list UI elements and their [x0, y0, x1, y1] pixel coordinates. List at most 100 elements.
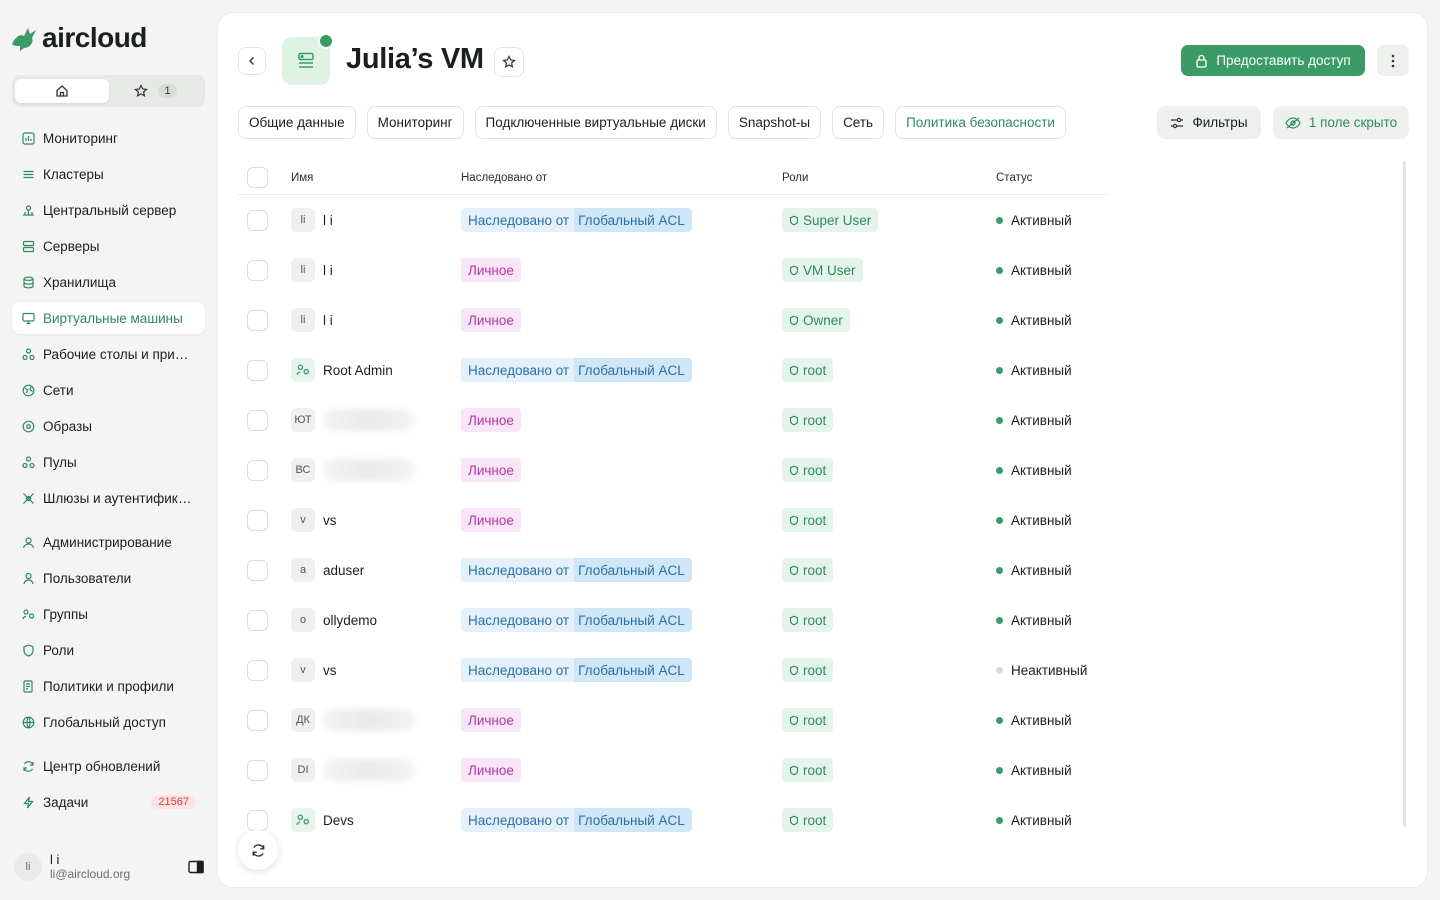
table-row[interactable]: li l i Наследовано от Глобальный ACL Super…: [238, 195, 1110, 245]
table-row[interactable]: DI Личное root Активный: [238, 745, 1110, 795]
role-tag[interactable]: Super User: [782, 208, 879, 232]
more-menu-button[interactable]: [1377, 45, 1409, 76]
column-roles[interactable]: Роли: [782, 172, 996, 184]
role-tag[interactable]: root: [782, 508, 834, 532]
table-row[interactable]: li l i Личное VM User Активный: [238, 245, 1110, 295]
role-tag[interactable]: root: [782, 408, 834, 432]
role-tag[interactable]: root: [782, 458, 834, 482]
global-acl-link[interactable]: Глобальный ACL: [574, 358, 692, 382]
tab-virtual-disks[interactable]: Подключенные виртуальные диски: [474, 106, 717, 139]
table-row[interactable]: li l i Личное Owner Активный: [238, 295, 1110, 345]
bolt-icon: [21, 795, 35, 809]
role-tag[interactable]: root: [782, 608, 834, 632]
row-checkbox[interactable]: [247, 209, 268, 231]
row-checkbox[interactable]: [247, 359, 268, 381]
table-row[interactable]: a aduser Наследовано от Глобальный ACL roo…: [238, 545, 1110, 595]
sidebar-item-pools[interactable]: Пулы: [12, 446, 205, 478]
table-row[interactable]: ВС Личное root Активный: [238, 445, 1110, 495]
chevron-left-icon: [249, 57, 254, 65]
grant-access-button[interactable]: Предоставить доступ: [1181, 45, 1365, 76]
role-tag[interactable]: root: [782, 708, 834, 732]
status-dot: [996, 416, 1003, 424]
table-row[interactable]: Root Admin Наследовано от Глобальный ACL …: [238, 345, 1110, 395]
sidebar-item-networks[interactable]: Сети: [12, 374, 205, 406]
row-checkbox[interactable]: [247, 309, 268, 331]
filters-button[interactable]: Фильтры: [1157, 106, 1261, 139]
row-checkbox[interactable]: [247, 259, 268, 281]
status-dot: [996, 516, 1003, 524]
scrollbar[interactable]: [1403, 161, 1406, 827]
sidebar-item-gateways-auth[interactable]: Шлюзы и аутентификация: [12, 482, 205, 514]
row-checkbox[interactable]: [247, 709, 268, 731]
role-tag[interactable]: root: [782, 758, 834, 782]
tab-general[interactable]: Общие данные: [238, 106, 356, 139]
status-text: Активный: [1011, 412, 1072, 428]
row-checkbox[interactable]: [247, 559, 268, 581]
sidebar-item-users[interactable]: Пользователи: [12, 562, 205, 594]
column-status[interactable]: Статус: [996, 172, 1110, 184]
shield-icon: [789, 715, 799, 725]
favorites-button[interactable]: 1: [109, 84, 202, 98]
sidebar-item-global-access[interactable]: Глобальный доступ: [12, 706, 205, 738]
table-row[interactable]: ДК Личное root Активный: [238, 695, 1110, 745]
favorite-button[interactable]: [494, 47, 524, 77]
global-acl-link[interactable]: Глобальный ACL: [574, 808, 692, 832]
sidebar-item-roles[interactable]: Роли: [12, 634, 205, 666]
table-row[interactable]: v vs Наследовано от Глобальный ACL root Не…: [238, 645, 1110, 695]
row-checkbox[interactable]: [247, 409, 268, 431]
back-button[interactable]: [238, 47, 266, 75]
sidebar-item-desktops-apps[interactable]: Рабочие столы и приложения: [12, 338, 205, 370]
sidebar-item-images[interactable]: Образы: [12, 410, 205, 442]
row-checkbox[interactable]: [247, 459, 268, 481]
sidebar-item-groups[interactable]: Группы: [12, 598, 205, 630]
tab-monitoring[interactable]: Мониторинг: [366, 106, 464, 139]
sidebar-item-virtual-machines[interactable]: Виртуальные машины: [12, 302, 205, 334]
tab-snapshots[interactable]: Snapshot-ы: [727, 106, 822, 139]
user-initials: li: [291, 258, 315, 282]
access-table: Имя Наследовано от Роли Статус li l i Нас…: [238, 161, 1110, 845]
sidebar-toggle-icon[interactable]: [188, 860, 204, 874]
table-row[interactable]: o ollydemo Наследовано от Глобальный ACL r…: [238, 595, 1110, 645]
role-tag[interactable]: Owner: [782, 308, 850, 332]
redacted-name: [323, 709, 415, 731]
sidebar-item-policies[interactable]: Политики и профили: [12, 670, 205, 702]
sidebar-item-servers[interactable]: Серверы: [12, 230, 205, 262]
sidebar-item-central-server[interactable]: Центральный сервер: [12, 194, 205, 226]
row-checkbox[interactable]: [247, 659, 268, 681]
global-acl-link[interactable]: Глобальный ACL: [574, 658, 692, 682]
role-tag[interactable]: root: [782, 558, 834, 582]
role-tag[interactable]: VM User: [782, 258, 863, 282]
column-inherited[interactable]: Наследовано от: [461, 172, 782, 184]
row-checkbox[interactable]: [247, 609, 268, 631]
sidebar-item-monitoring[interactable]: Мониторинг: [12, 122, 205, 154]
inherited-tag: Наследовано от Глобальный ACL: [461, 558, 692, 582]
role-tag[interactable]: root: [782, 658, 834, 682]
role-tag[interactable]: root: [782, 808, 834, 832]
tab-security-policy[interactable]: Политика безопасности: [895, 106, 1066, 139]
refresh-button[interactable]: [238, 830, 278, 870]
status-dot: [996, 316, 1003, 324]
table-row[interactable]: Devs Наследовано от Глобальный ACL root А…: [238, 795, 1110, 845]
global-acl-link[interactable]: Глобальный ACL: [574, 608, 692, 632]
tab-network[interactable]: Сеть: [832, 106, 885, 139]
user-profile[interactable]: li l i li@aircloud.org: [14, 852, 204, 882]
sidebar-item-clusters[interactable]: Кластеры: [12, 158, 205, 190]
row-checkbox[interactable]: [247, 509, 268, 531]
shield-icon: [789, 465, 799, 475]
logo[interactable]: aircloud: [10, 22, 147, 54]
row-checkbox[interactable]: [247, 809, 268, 831]
home-button[interactable]: [15, 79, 109, 103]
sidebar-item-storage[interactable]: Хранилища: [12, 266, 205, 298]
sidebar-item-tasks[interactable]: Задачи 21567: [12, 786, 205, 818]
hidden-fields-button[interactable]: 1 поле скрыто: [1273, 106, 1409, 139]
column-name[interactable]: Имя: [291, 172, 461, 184]
role-tag[interactable]: root: [782, 358, 834, 382]
select-all-checkbox[interactable]: [247, 167, 268, 188]
global-acl-link[interactable]: Глобальный ACL: [574, 208, 692, 232]
global-acl-link[interactable]: Глобальный ACL: [574, 558, 692, 582]
sidebar-item-administration[interactable]: Администрирование: [12, 526, 205, 558]
sidebar-item-update-center[interactable]: Центр обновлений: [12, 750, 205, 782]
row-checkbox[interactable]: [247, 759, 268, 781]
table-row[interactable]: v vs Личное root Активный: [238, 495, 1110, 545]
table-row[interactable]: ЮТ Личное root Активный: [238, 395, 1110, 445]
